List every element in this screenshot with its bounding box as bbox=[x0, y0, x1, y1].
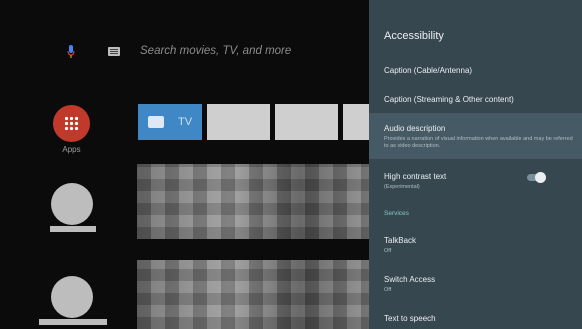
tv-tile-label: TV bbox=[178, 116, 193, 128]
search-input[interactable]: Search movies, TV, and more bbox=[140, 45, 291, 57]
toggle-knob bbox=[535, 172, 546, 183]
content-thumbnail-row[interactable] bbox=[137, 260, 370, 329]
item-description: (Experimental) bbox=[384, 184, 420, 190]
high-contrast-toggle[interactable] bbox=[527, 172, 546, 183]
item-status: Off bbox=[384, 287, 392, 293]
menu-item-switch-access[interactable]: Switch Access Off bbox=[369, 267, 582, 297]
apps-label: Apps bbox=[62, 145, 81, 154]
tv-channel-tile[interactable]: TV bbox=[138, 104, 202, 140]
content-thumbnail-row[interactable] bbox=[137, 164, 370, 239]
item-label: Caption (Streaming & Other content) bbox=[384, 95, 514, 104]
app-icon-placeholder[interactable] bbox=[51, 276, 93, 318]
app-label-placeholder bbox=[39, 319, 107, 325]
microphone-icon[interactable] bbox=[67, 45, 75, 59]
menu-item-caption-streaming[interactable]: Caption (Streaming & Other content) bbox=[369, 86, 582, 112]
channel-tile[interactable] bbox=[207, 104, 270, 140]
item-description: Provides a narration of visual informati… bbox=[384, 136, 573, 149]
item-label: Text to speech bbox=[384, 314, 436, 323]
item-label: Caption (Cable/Antenna) bbox=[384, 66, 473, 75]
menu-item-audio-description[interactable]: Audio description Provides a narration o… bbox=[369, 113, 582, 159]
panel-title: Accessibility bbox=[384, 30, 444, 42]
menu-item-text-to-speech[interactable]: Text to speech bbox=[369, 306, 582, 329]
app-icon-placeholder[interactable] bbox=[51, 183, 93, 225]
apps-button[interactable] bbox=[53, 105, 90, 142]
channel-tile[interactable] bbox=[343, 104, 369, 140]
menu-item-high-contrast[interactable]: High contrast text (Experimental) bbox=[369, 166, 582, 196]
item-label: Switch Access bbox=[384, 275, 436, 284]
app-label-placeholder bbox=[50, 226, 96, 232]
menu-item-caption-cable[interactable]: Caption (Cable/Antenna) bbox=[369, 58, 582, 82]
section-header-services: Services bbox=[384, 210, 409, 217]
keyboard-icon[interactable] bbox=[108, 47, 120, 56]
channel-tile[interactable] bbox=[275, 104, 338, 140]
accessibility-panel: Accessibility Caption (Cable/Antenna) Ca… bbox=[369, 0, 582, 329]
item-label: TalkBack bbox=[384, 236, 417, 245]
menu-item-talkback[interactable]: TalkBack Off bbox=[369, 228, 582, 258]
item-label: High contrast text bbox=[384, 172, 447, 181]
item-label: Audio description bbox=[384, 124, 446, 133]
tv-icon bbox=[148, 116, 164, 128]
grid-icon bbox=[64, 116, 79, 131]
item-status: Off bbox=[384, 248, 392, 254]
